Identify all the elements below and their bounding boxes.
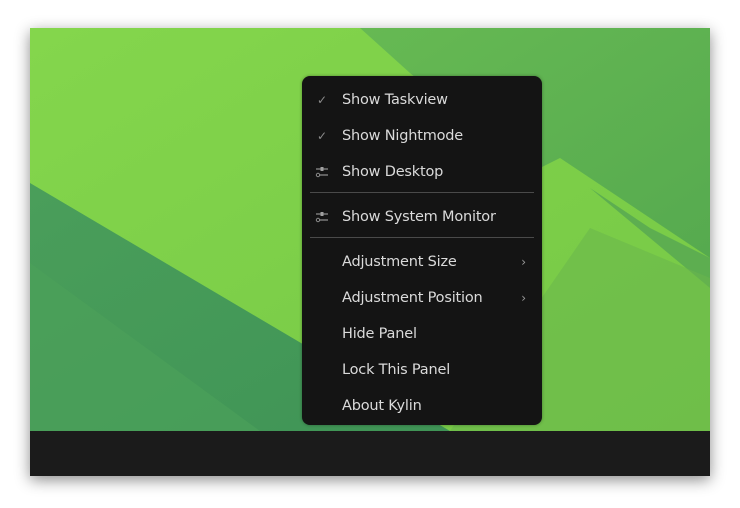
toggle-settings-icon [315,210,329,224]
check-icon: ✓ [316,93,328,107]
menu-item-about-kylin[interactable]: About Kylin [302,388,542,424]
menu-item-show-desktop[interactable]: Show Desktop [302,154,542,190]
chevron-right-icon: › [521,255,526,269]
menu-item-label: Show System Monitor [342,209,496,225]
menu-item-label: Hide Panel [342,326,417,342]
menu-item-hide-panel[interactable]: Hide Panel [302,316,542,352]
menu-item-label: Show Nightmode [342,128,464,144]
menu-item-show-system-monitor[interactable]: Show System Monitor [302,199,542,235]
menu-item-show-taskview[interactable]: ✓ Show Taskview [302,82,542,118]
chevron-right-icon: › [521,291,526,305]
menu-item-label: About Kylin [342,398,422,414]
menu-item-label: Adjustment Position [342,290,483,306]
menu-item-lock-this-panel[interactable]: Lock This Panel [302,352,542,388]
menu-separator [310,237,534,238]
menu-item-label: Lock This Panel [342,362,451,378]
menu-item-show-nightmode[interactable]: ✓ Show Nightmode [302,118,542,154]
check-icon: ✓ [316,129,328,143]
menu-item-adjustment-position[interactable]: Adjustment Position › [302,280,542,316]
menu-item-label: Show Desktop [342,164,444,180]
menu-separator [310,192,534,193]
menu-item-label: Adjustment Size [342,254,457,270]
menu-item-adjustment-size[interactable]: Adjustment Size › [302,244,542,280]
taskbar-panel[interactable] [30,431,710,476]
menu-item-label: Show Taskview [342,92,448,108]
toggle-settings-icon [315,165,329,179]
panel-context-menu: ✓ Show Taskview ✓ Show Nightmode Show De… [302,76,542,425]
screen: ✓ Show Taskview ✓ Show Nightmode Show De… [30,28,710,476]
